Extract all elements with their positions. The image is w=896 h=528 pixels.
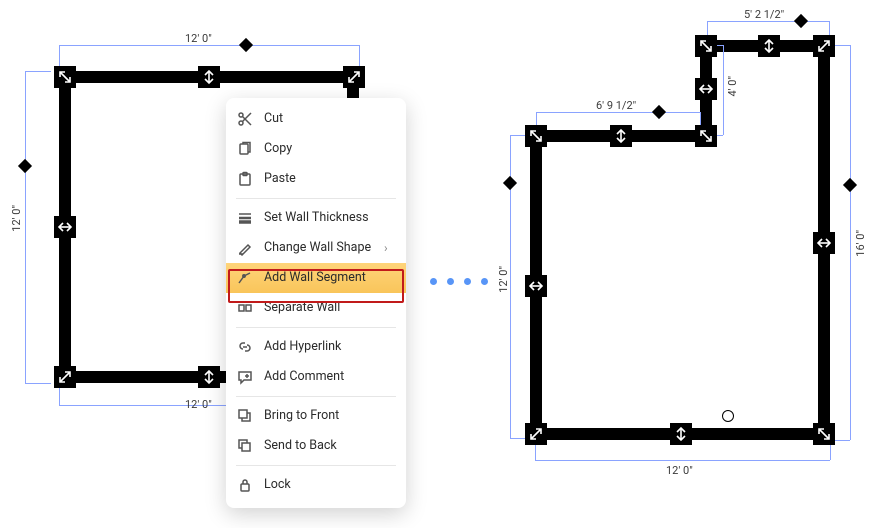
floor-plan-right: 5' 2 1/2" 6' 9 1/2" 4' 0" 12' 0" 16' 0" … bbox=[500, 20, 880, 500]
resize-handle[interactable] bbox=[525, 423, 547, 445]
resize-handle[interactable] bbox=[695, 35, 717, 57]
menu-separator bbox=[236, 198, 396, 199]
menu-separator bbox=[236, 327, 396, 328]
menu-label: Paste bbox=[264, 169, 394, 189]
scissors-icon bbox=[236, 110, 254, 128]
menu-item-bring-front[interactable]: Bring to Front bbox=[226, 401, 406, 431]
context-menu: Cut Copy Paste Set Wall Thickness Change… bbox=[226, 98, 406, 508]
transition-dots bbox=[430, 278, 488, 285]
dim-label-top-right: 5' 2 1/2" bbox=[744, 8, 784, 21]
resize-handle[interactable] bbox=[813, 423, 835, 445]
resize-handle[interactable] bbox=[525, 275, 547, 297]
chevron-right-icon: › bbox=[384, 238, 394, 258]
dim-guide bbox=[25, 71, 51, 72]
menu-item-set-thickness[interactable]: Set Wall Thickness bbox=[226, 203, 406, 233]
resize-handle-left[interactable] bbox=[54, 216, 76, 238]
edit-shape-icon bbox=[236, 239, 254, 257]
lock-icon bbox=[236, 476, 254, 494]
menu-label: Add Comment bbox=[264, 367, 394, 387]
menu-label: Set Wall Thickness bbox=[264, 208, 394, 228]
menu-label: Send to Back bbox=[264, 436, 394, 456]
dim-guide bbox=[536, 112, 700, 113]
resize-handle[interactable] bbox=[695, 125, 717, 147]
resize-handle[interactable] bbox=[695, 78, 717, 100]
send-back-icon bbox=[236, 437, 254, 455]
dim-label-mid-right: 4' 0" bbox=[726, 76, 739, 97]
menu-separator bbox=[236, 396, 396, 397]
anchor-point[interactable] bbox=[722, 410, 734, 422]
dim-label-bottom: 12' 0" bbox=[666, 464, 693, 477]
menu-item-add-comment[interactable]: Add Comment bbox=[226, 362, 406, 392]
comment-icon bbox=[236, 368, 254, 386]
add-segment-icon bbox=[236, 269, 254, 287]
resize-handle[interactable] bbox=[610, 125, 632, 147]
menu-label: Bring to Front bbox=[264, 406, 394, 426]
paste-icon bbox=[236, 170, 254, 188]
dim-label-right: 16' 0" bbox=[854, 230, 867, 257]
resize-handle-top-left[interactable] bbox=[54, 66, 76, 88]
menu-label: Lock bbox=[264, 475, 394, 495]
menu-item-add-segment[interactable]: Add Wall Segment bbox=[226, 263, 406, 293]
menu-item-paste[interactable]: Paste bbox=[226, 164, 406, 194]
resize-handle-top-right[interactable] bbox=[343, 66, 365, 88]
dim-label-top: 12' 0" bbox=[185, 32, 212, 45]
resize-handle[interactable] bbox=[525, 125, 547, 147]
dim-label-mid-top: 6' 9 1/2" bbox=[596, 99, 636, 112]
dim-handle[interactable] bbox=[652, 105, 666, 119]
resize-handle[interactable] bbox=[813, 232, 835, 254]
resize-handle[interactable] bbox=[758, 35, 780, 57]
dim-guide bbox=[707, 21, 829, 22]
thickness-icon bbox=[236, 209, 254, 227]
dim-guide bbox=[59, 45, 359, 46]
copy-icon bbox=[236, 140, 254, 158]
dim-label-bottom: 12' 0" bbox=[185, 398, 212, 411]
resize-handle-bottom[interactable] bbox=[198, 366, 220, 388]
dim-label-left: 12' 0" bbox=[497, 266, 510, 293]
dim-handle[interactable] bbox=[794, 14, 808, 28]
dim-handle[interactable] bbox=[18, 159, 32, 173]
dim-guide bbox=[25, 383, 51, 384]
menu-label: Add Hyperlink bbox=[264, 337, 394, 357]
resize-handle[interactable] bbox=[813, 35, 835, 57]
dim-handle[interactable] bbox=[239, 38, 253, 52]
menu-label: Copy bbox=[264, 139, 394, 159]
menu-item-add-hyperlink[interactable]: Add Hyperlink bbox=[226, 332, 406, 362]
dim-guide bbox=[850, 45, 851, 440]
menu-separator bbox=[236, 465, 396, 466]
menu-label: Add Wall Segment bbox=[264, 268, 394, 288]
resize-handle-bottom-left[interactable] bbox=[54, 366, 76, 388]
resize-handle[interactable] bbox=[670, 423, 692, 445]
bring-front-icon bbox=[236, 407, 254, 425]
dim-guide bbox=[25, 71, 26, 383]
separate-wall-icon bbox=[236, 299, 254, 317]
dim-label-left: 12' 0" bbox=[10, 205, 23, 232]
resize-handle-top[interactable] bbox=[198, 66, 220, 88]
link-icon bbox=[236, 338, 254, 356]
menu-label: Separate Wall bbox=[264, 298, 394, 318]
menu-item-cut[interactable]: Cut bbox=[226, 104, 406, 134]
menu-item-send-back[interactable]: Send to Back bbox=[226, 431, 406, 461]
dim-guide bbox=[535, 460, 830, 461]
menu-item-lock[interactable]: Lock bbox=[226, 470, 406, 500]
dim-guide bbox=[59, 385, 60, 405]
menu-item-separate-wall[interactable]: Separate Wall bbox=[226, 293, 406, 323]
menu-item-change-shape[interactable]: Change Wall Shape › bbox=[226, 233, 406, 263]
dim-handle[interactable] bbox=[503, 176, 517, 190]
dim-handle[interactable] bbox=[843, 178, 857, 192]
dim-guide bbox=[723, 45, 724, 135]
menu-label: Change Wall Shape bbox=[264, 238, 374, 258]
menu-label: Cut bbox=[264, 109, 394, 129]
menu-item-copy[interactable]: Copy bbox=[226, 134, 406, 164]
